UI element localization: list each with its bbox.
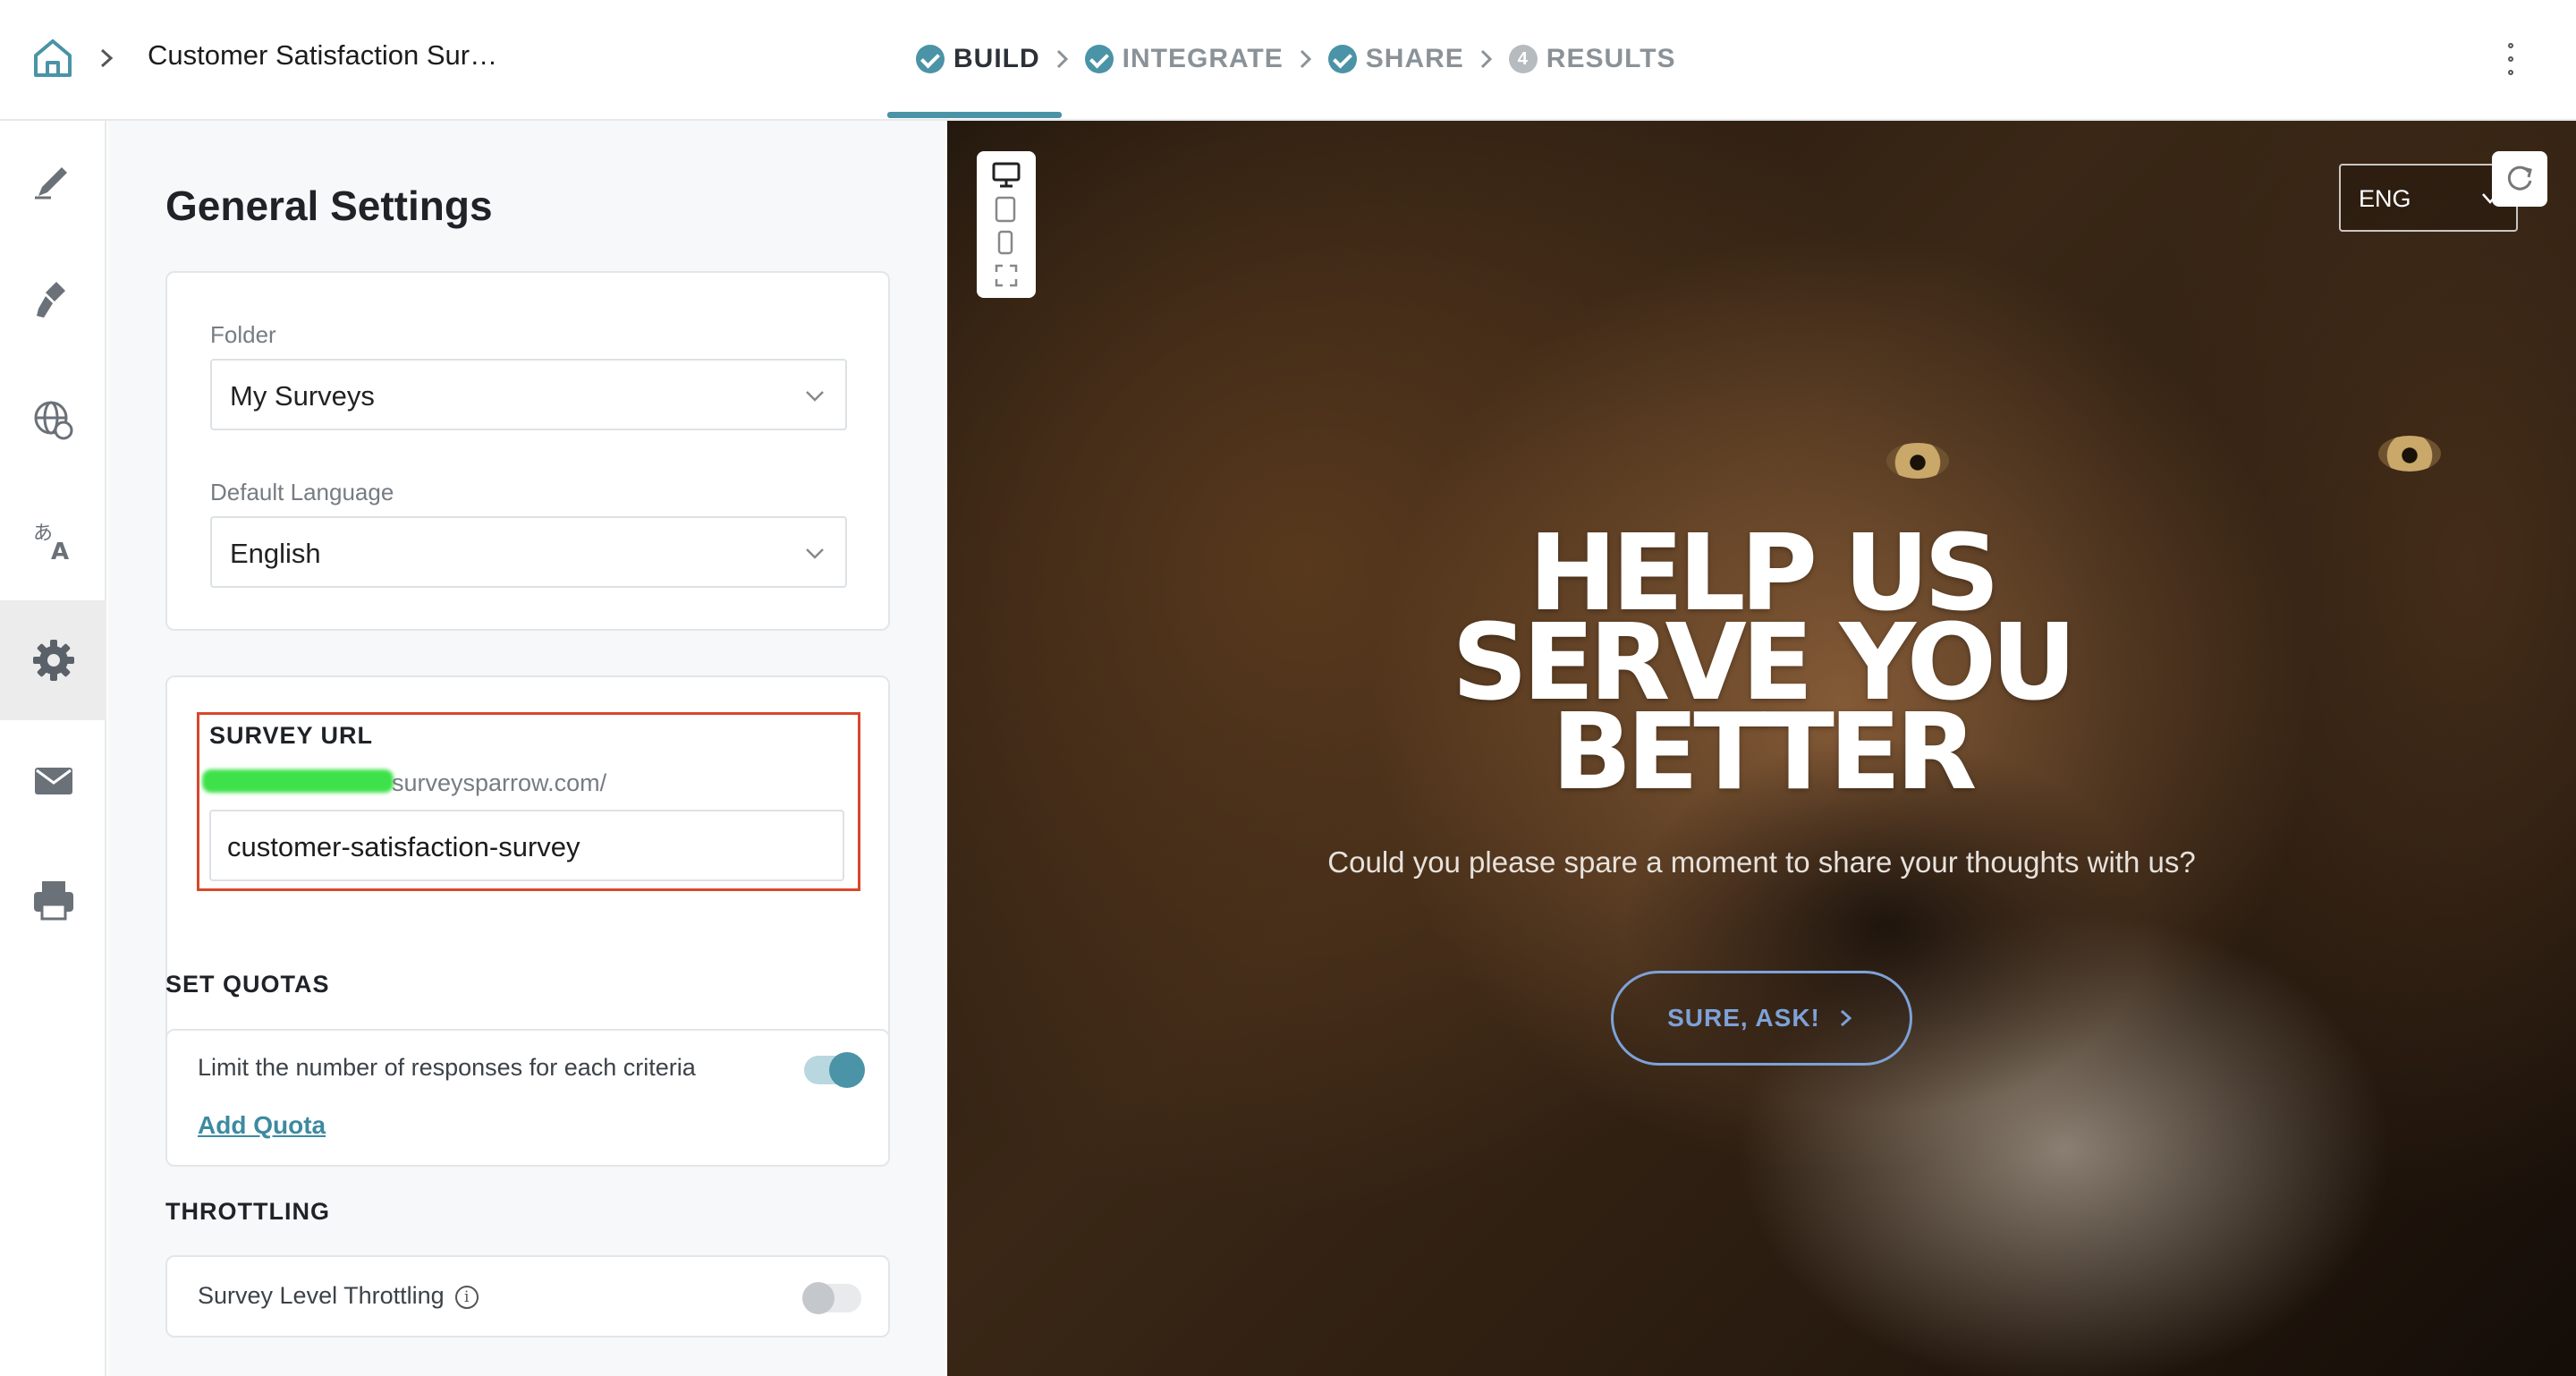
start-survey-button[interactable]: SURE, ASK! [1611,971,1912,1066]
background-eye-right [2378,436,2441,471]
throttling-heading: THROTTLING [165,1198,330,1225]
welcome-subtitle: Could you please spare a moment to share… [1327,845,2196,879]
mail-icon [34,768,72,794]
desktop-icon[interactable] [992,162,1021,189]
preview-language-select[interactable]: ENG [2339,164,2518,232]
rail-item-build[interactable] [0,121,106,241]
check-icon [916,45,945,73]
device-toolbar [977,151,1036,298]
chevron-right-icon [1464,46,1509,72]
throttling-card: Survey Level Throttling i [165,1255,890,1338]
printer-icon [33,881,73,921]
folder-label: Folder [210,321,276,348]
globe-settings-icon [34,401,72,440]
more-options-icon[interactable] [2504,43,2517,75]
preview-language-value: ENG [2359,185,2411,212]
refresh-preview-button[interactable] [2492,151,2547,207]
start-survey-label: SURE, ASK! [1667,1004,1820,1032]
survey-url-label: SURVEY URL [209,722,374,749]
check-icon [1084,45,1114,73]
quotas-description: Limit the number of responses for each c… [198,1054,696,1081]
step-integrate[interactable]: INTEGRATE [1084,44,1284,74]
chevron-down-icon [806,391,824,402]
quotas-toggle[interactable] [804,1052,865,1088]
survey-url-input[interactable]: customer-satisfaction-survey [209,810,844,881]
step-build[interactable]: BUILD [916,44,1040,74]
top-bar: Customer Satisfaction Sur… BUILD INTEGRA… [0,0,2576,121]
page-title: General Settings [165,183,493,229]
background-eye-left [1886,443,1949,479]
language-label: Default Language [210,479,394,505]
step-share-label: SHARE [1365,44,1464,73]
info-icon[interactable]: i [454,1286,479,1309]
pencil-icon [34,167,67,200]
refresh-icon [2507,166,2532,191]
chevron-right-icon [1040,46,1085,72]
headline-line-3: BETTER [1551,690,1978,813]
language-select[interactable]: English [210,516,847,588]
welcome-headline: HELP US SERVE YOU BETTER [947,520,2576,813]
rail-item-translate[interactable]: あ A [0,480,106,600]
rail-item-print[interactable] [0,840,106,960]
general-card: Folder My Surveys Default Language Engli… [165,271,890,631]
check-icon [1327,45,1357,73]
step-integrate-label: INTEGRATE [1122,44,1284,73]
step-share[interactable]: SHARE [1327,44,1464,74]
rail-item-general-settings[interactable] [0,600,106,720]
translate-icon: あ A [33,522,69,565]
throttling-toggle[interactable] [802,1282,861,1314]
step-results[interactable]: 4 RESULTS [1508,44,1676,74]
set-quotas-heading: SET QUOTAS [165,971,330,998]
tablet-icon[interactable] [995,196,1018,223]
survey-url-slug: customer-satisfaction-survey [227,831,580,862]
throttling-label: Survey Level Throttling [198,1282,445,1309]
chevron-right-icon [1284,46,1328,72]
survey-title[interactable]: Customer Satisfaction Sur… [148,39,497,72]
home-icon[interactable] [30,36,75,81]
folder-select-value: My Surveys [230,380,375,412]
arrow-right-icon [1840,1009,1852,1027]
chevron-down-icon [806,548,824,559]
folder-select[interactable]: My Surveys [210,359,847,430]
left-icon-rail: あ A [0,121,106,1376]
rail-item-settings-global[interactable] [0,361,106,480]
gear-icon [32,640,74,681]
quotas-card: Limit the number of responses for each c… [165,1029,890,1167]
rail-item-design[interactable] [0,241,106,361]
svg-text:あ: あ [33,522,53,545]
step-results-label: RESULTS [1546,44,1676,73]
step-build-label: BUILD [953,44,1040,73]
active-step-indicator [887,112,1062,118]
step-number-badge: 4 [1508,45,1538,73]
chevron-right-icon [100,48,114,68]
rail-item-email[interactable] [0,720,106,840]
survey-url-domain: surveysparrow.com/ [392,769,607,796]
paint-brush-icon [36,282,65,318]
mobile-icon[interactable] [997,230,1015,257]
add-quota-link[interactable]: Add Quota [198,1111,326,1140]
redacted-subdomain [202,769,394,793]
language-select-value: English [230,538,321,569]
survey-preview: ENG HELP US SERVE YOU BETTER Could you p… [947,121,2576,1376]
step-nav: BUILD INTEGRATE SHARE 4 RESULTS [916,38,1676,81]
svg-text:A: A [51,539,69,565]
fullscreen-icon[interactable] [995,264,1018,287]
throttling-row: Survey Level Throttling i [198,1282,479,1310]
